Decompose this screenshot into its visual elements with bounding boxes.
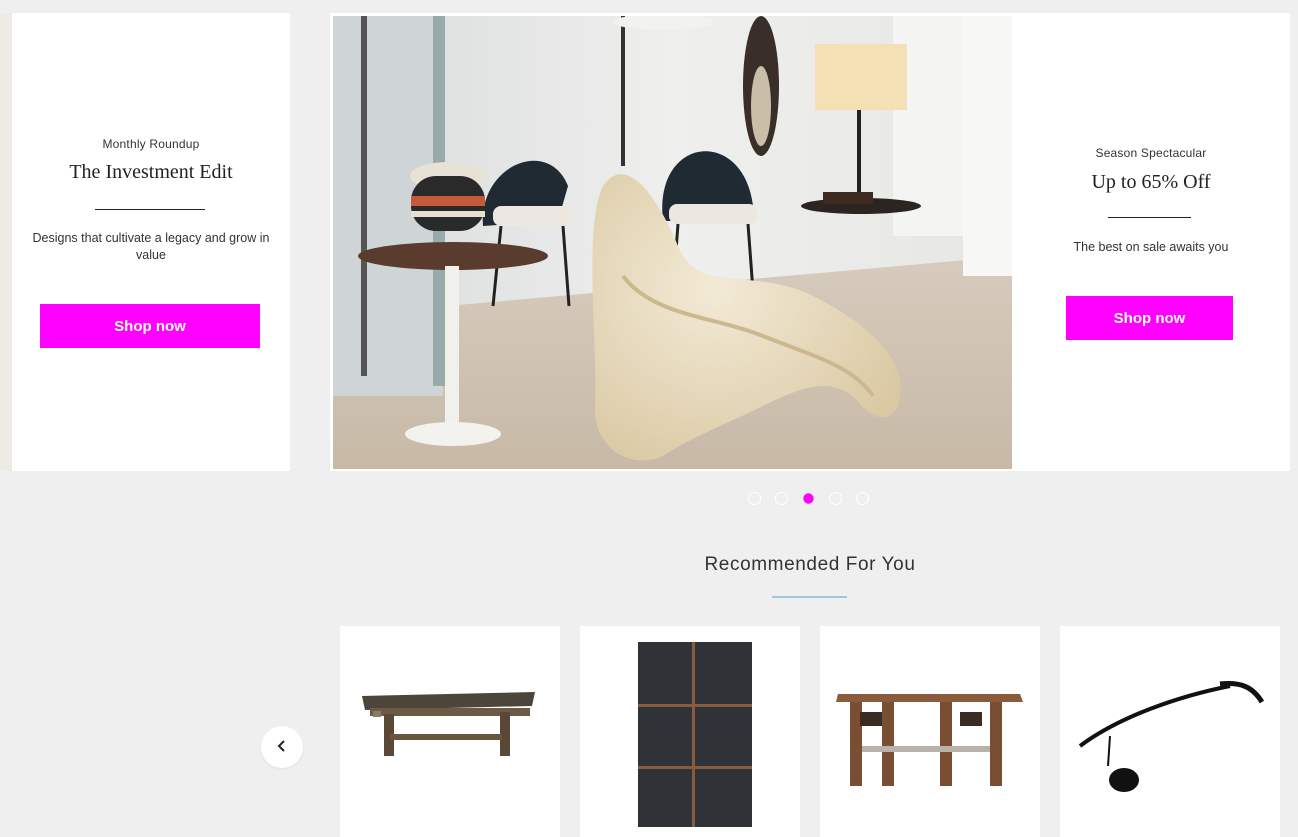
- carousel-dot-4[interactable]: [829, 492, 842, 505]
- product-image: [1060, 626, 1280, 837]
- promo-divider: [1108, 217, 1191, 218]
- promo-description: Designs that cultivate a legacy and grow…: [32, 231, 270, 262]
- carousel-dot-2[interactable]: [775, 492, 788, 505]
- chevron-left-icon: [275, 739, 289, 756]
- promo-title: The Investment Edit: [69, 161, 233, 183]
- product-card-wood-panel[interactable]: [580, 626, 800, 837]
- carousel-pagination: [748, 492, 869, 505]
- carousel-dot-1[interactable]: [748, 492, 761, 505]
- product-image: [340, 626, 560, 837]
- promo-eyebrow: Season Spectacular: [1095, 146, 1207, 160]
- promo-divider: [95, 209, 205, 210]
- promo-eyebrow: Monthly Roundup: [102, 137, 200, 151]
- shop-now-button[interactable]: Shop now: [1066, 296, 1233, 340]
- promo-title: Up to 65% Off: [1091, 171, 1211, 193]
- carousel-prev-button[interactable]: [261, 726, 303, 768]
- product-card-workbench[interactable]: [340, 626, 560, 837]
- carousel-dot-5[interactable]: [856, 492, 869, 505]
- shop-now-button[interactable]: Shop now: [40, 304, 260, 348]
- hero-slide: Season Spectacular Up to 65% Off The bes…: [330, 13, 1290, 471]
- promo-description: The best on sale awaits you: [1073, 240, 1229, 254]
- page: Monthly Roundup The Investment Edit Desi…: [0, 0, 1298, 837]
- section-title-underline: [772, 596, 847, 598]
- promo-card-investment-edit: Monthly Roundup The Investment Edit Desi…: [12, 13, 290, 471]
- product-image: [820, 626, 1040, 837]
- promo-card-season-sale: Season Spectacular Up to 65% Off The bes…: [1012, 13, 1290, 471]
- hero-image-lounge-chair[interactable]: [333, 16, 1012, 469]
- section-title: Recommended For You: [704, 554, 916, 575]
- carousel-dot-3[interactable]: [803, 493, 814, 504]
- product-card-wooden-table[interactable]: [820, 626, 1040, 837]
- product-card-arc-lamp[interactable]: [1060, 626, 1280, 837]
- carousel-edge-peek: [0, 13, 12, 471]
- product-image: [580, 626, 800, 837]
